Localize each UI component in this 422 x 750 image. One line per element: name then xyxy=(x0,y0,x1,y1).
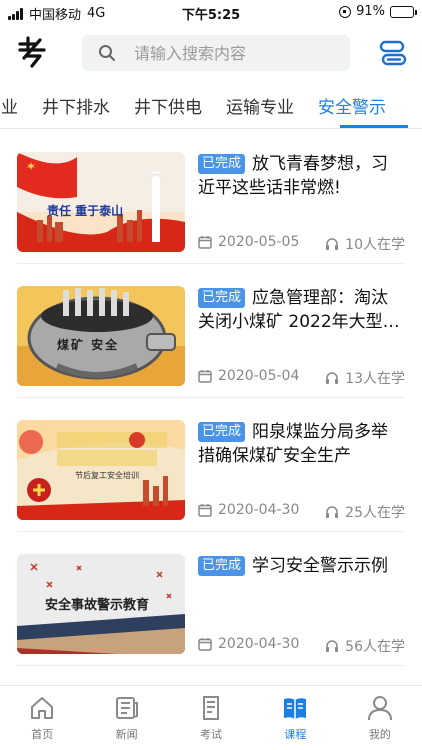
nav-home[interactable]: 首页 xyxy=(0,686,84,750)
learner-text: 13人在学 xyxy=(345,371,405,387)
completed-badge: 已完成 xyxy=(198,288,246,308)
course-item[interactable]: 节后复工安全培训 阳泉煤监分局多举措确保煤矿安全生产 已完成 2020-04-3… xyxy=(17,398,405,532)
nav-profile-label: 我的 xyxy=(368,728,391,741)
tab-transport[interactable]: 运输专业 xyxy=(226,93,294,118)
calendar-icon xyxy=(198,504,212,517)
tab-safety-warning[interactable]: 安全警示 xyxy=(318,93,386,118)
headphones-icon xyxy=(326,238,339,250)
learner-text: 25人在学 xyxy=(345,505,405,521)
profile-icon xyxy=(367,696,392,721)
date-text: 2020-05-05 xyxy=(218,234,300,250)
learner-count: 56人在学 xyxy=(325,636,405,656)
learner-count: 10人在学 xyxy=(325,234,405,254)
tab-underground-drainage[interactable]: 井下排水 xyxy=(42,93,110,118)
learner-text: 56人在学 xyxy=(345,639,405,655)
course-icon xyxy=(284,698,307,719)
nav-news[interactable]: 新闻 xyxy=(84,686,168,750)
category-menu-icon[interactable] xyxy=(378,38,408,68)
learner-count: 25人在学 xyxy=(325,502,405,522)
active-tab-indicator xyxy=(340,125,408,128)
learner-text: 10人在学 xyxy=(345,237,405,253)
completed-badge: 已完成 xyxy=(198,422,246,442)
headphones-icon xyxy=(326,640,339,652)
date-text: 2020-05-04 xyxy=(218,368,300,384)
nav-exam-label: 考试 xyxy=(200,728,223,741)
bottom-nav: 首页 新闻 考试 课程 我的 xyxy=(0,685,422,750)
nav-exam[interactable]: 考试 xyxy=(169,686,253,750)
thumbnail-caption: 安全事故警示教育 xyxy=(45,598,150,613)
course-date: 2020-04-30 xyxy=(198,502,299,518)
headphones-icon xyxy=(326,506,339,518)
app-logo[interactable] xyxy=(14,34,50,70)
battery-icon xyxy=(390,5,417,18)
orientation-lock-icon xyxy=(339,5,352,18)
thumbnail-caption: 节后复工安全培训 xyxy=(75,471,139,480)
thumbnail-caption: 煤矿 安全 xyxy=(57,338,120,352)
battery-percent: 91% xyxy=(356,4,385,19)
calendar-icon xyxy=(198,236,212,249)
thumbnail-caption: 责任 重于泰山 xyxy=(47,204,124,218)
headphones-icon xyxy=(326,372,339,384)
calendar-icon xyxy=(198,370,212,383)
search-input[interactable] xyxy=(134,43,334,63)
course-date: 2020-04-30 xyxy=(198,636,299,652)
course-date: 2020-05-05 xyxy=(198,234,299,250)
completed-badge: 已完成 xyxy=(198,154,246,174)
date-text: 2020-04-30 xyxy=(218,636,300,652)
news-icon xyxy=(115,697,138,719)
calendar-icon xyxy=(198,638,212,651)
search-icon xyxy=(99,45,115,61)
course-item[interactable]: 煤矿 安全 应急管理部：淘汰关闭小煤矿 2022年大型煤矿 已完成 2020-0… xyxy=(17,264,405,398)
tab-underground-power[interactable]: 井下供电 xyxy=(134,93,202,118)
exam-icon xyxy=(203,696,220,720)
home-icon xyxy=(31,697,54,719)
course-date: 2020-05-04 xyxy=(198,368,299,384)
status-bar: 中国移动 4G 下午5:25 91% xyxy=(0,0,422,24)
nav-news-label: 新闻 xyxy=(115,728,138,741)
nav-course-label: 课程 xyxy=(284,728,307,741)
completed-badge: 已完成 xyxy=(198,556,246,576)
nav-home-label: 首页 xyxy=(31,728,54,741)
learner-count: 13人在学 xyxy=(325,368,405,388)
course-item[interactable]: 安全事故警示教育 学习安全警示示例 已完成 2020-04-30 56人在学 xyxy=(17,532,405,666)
course-item[interactable]: 责任 重于泰山 放飞青春梦想，习近平这些话非常燃! 已完成 2020-05-05… xyxy=(17,130,405,264)
category-tabs: 专业 井下排水 井下供电 运输专业 安全警示 xyxy=(0,85,422,129)
nav-course[interactable]: 课程 xyxy=(253,686,337,750)
search-bar[interactable] xyxy=(82,35,350,71)
nav-profile[interactable]: 我的 xyxy=(338,686,422,750)
date-text: 2020-04-30 xyxy=(218,502,300,518)
app-header xyxy=(0,28,422,78)
tab-specialty[interactable]: 专业 xyxy=(0,93,18,118)
